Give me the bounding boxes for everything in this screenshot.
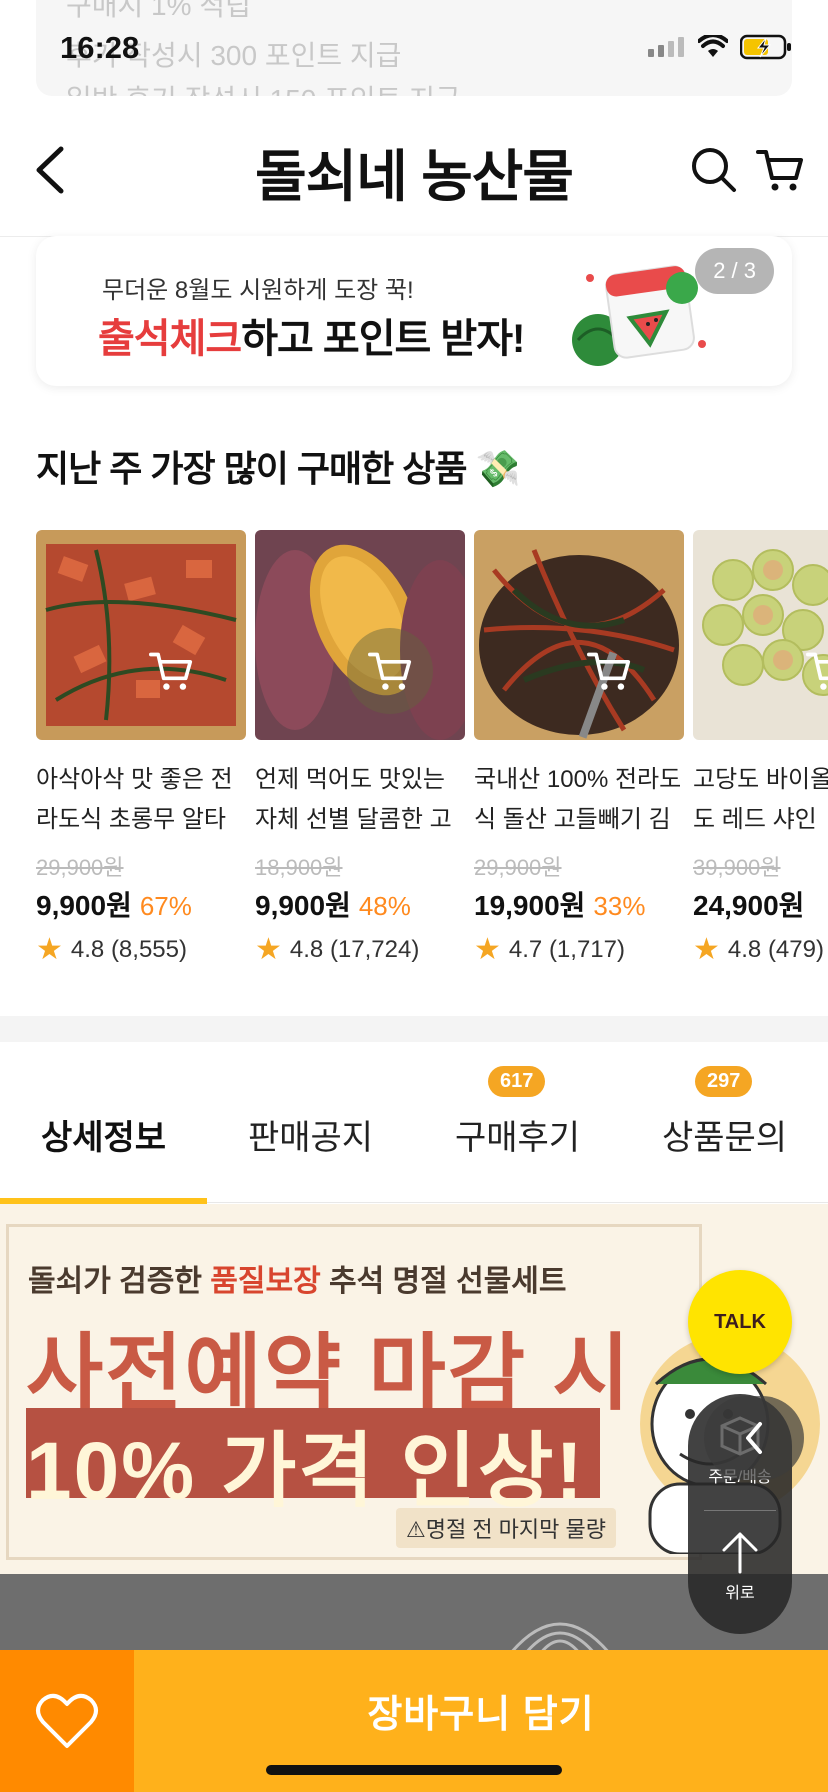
- star-icon: ★: [474, 933, 501, 966]
- arrow-up-icon: [722, 1532, 758, 1574]
- home-indicator: [266, 1765, 562, 1775]
- tab-reviews[interactable]: 구매후기: [414, 1110, 621, 1159]
- banner-subtitle: 무더운 8월도 시원하게 도장 꾹!: [102, 277, 414, 304]
- promo-line-1: 돌쇠가 검증한 품질보장 추석 명절 선물세트: [28, 1256, 567, 1300]
- product-image: [693, 530, 828, 740]
- banner-headline-rest: 하고 포인트 받자!: [241, 317, 525, 361]
- promo-line-1-highlight: 품질보장: [210, 1265, 321, 1298]
- discount-rate: 33%: [593, 891, 646, 921]
- rating-text: 4.8 (17,724): [289, 935, 420, 963]
- wishlist-button[interactable]: [0, 1650, 134, 1792]
- tab-product-qna[interactable]: 상품문의: [621, 1110, 828, 1159]
- tab-sales-notice[interactable]: 판매공지: [207, 1110, 414, 1159]
- status-time: 16:28: [60, 30, 140, 65]
- star-icon: ★: [693, 933, 720, 966]
- search-button[interactable]: [684, 140, 744, 200]
- kakao-talk-button[interactable]: TALK: [688, 1270, 792, 1374]
- product-name[interactable]: 언제 먹어도 맛있는 자체 선별 달콤한 고구마: [255, 760, 465, 840]
- collapse-quick-menu-button[interactable]: [704, 1396, 804, 1480]
- add-to-cart-button[interactable]: [566, 628, 652, 714]
- app-header: 돌쇠네 농산물: [0, 110, 828, 237]
- tab-detail-info[interactable]: 상세정보: [0, 1110, 207, 1159]
- notice-line-3: 일반 후기 작성시 150 포인트 지급: [66, 78, 461, 96]
- star-icon: ★: [36, 933, 63, 966]
- best-products-carousel[interactable]: 아삭아삭 맛 좋은 전라도식 초롱무 알타리 김치 29,900원 9,900원…: [36, 530, 828, 970]
- sale-price-row: 9,900원 48%: [255, 884, 465, 924]
- product-photo: [36, 530, 246, 740]
- rating-text: 4.8 (479): [727, 935, 824, 963]
- best-products-title: 지난 주 가장 많이 구매한 상품 💸: [36, 448, 520, 489]
- original-price: 29,900원: [36, 855, 124, 880]
- star-icon: ★: [255, 933, 282, 966]
- scroll-top-button[interactable]: 위로: [688, 1530, 792, 1603]
- original-price: 29,900원: [474, 855, 562, 880]
- chevron-left-icon: [746, 1422, 762, 1454]
- cart-icon: [368, 652, 412, 690]
- sale-price-row: 24,900원: [693, 884, 828, 924]
- scroll-top-label: 위로: [725, 1585, 755, 1602]
- wifi-icon: [698, 35, 728, 57]
- qna-count-badge: 297: [695, 1066, 753, 1097]
- promo-line-1-suffix: 추석 명절 선물세트: [320, 1265, 567, 1298]
- signal-icon: [648, 37, 684, 57]
- promo-note: ⚠명절 전 마지막 물량: [396, 1508, 616, 1548]
- wave-pattern: [508, 1622, 612, 1654]
- promo-line-1-prefix: 돌쇠가 검증한: [28, 1265, 211, 1298]
- cart-icon: [806, 652, 828, 690]
- sale-price: 24,900원: [693, 890, 805, 921]
- promo-line-3: 10% 가격 인상!: [26, 1426, 585, 1517]
- cart-icon: [587, 652, 631, 690]
- status-icons: [648, 34, 792, 60]
- sale-price: 9,900원: [36, 890, 132, 921]
- product-image: [255, 530, 465, 740]
- heart-icon: [36, 1693, 98, 1748]
- product-card[interactable]: 아삭아삭 맛 좋은 전라도식 초롱무 알타리 김치 29,900원 9,900원…: [36, 530, 246, 967]
- original-price: 18,900원: [255, 855, 343, 880]
- rating-row: ★ 4.8 (479): [693, 932, 828, 967]
- rating-row: ★ 4.7 (1,717): [474, 932, 684, 967]
- rating-row: ★ 4.8 (8,555): [36, 932, 246, 967]
- sale-price: 9,900원: [255, 890, 351, 921]
- rating-text: 4.8 (8,555): [70, 935, 187, 963]
- cart-icon: [149, 652, 193, 690]
- banner-headline-highlight: 출석체크: [98, 317, 242, 361]
- rating-text: 4.7 (1,717): [508, 935, 625, 963]
- product-image: [36, 530, 246, 740]
- banner-pager: 2 / 3: [695, 248, 774, 294]
- cart-icon: [756, 150, 803, 191]
- product-card[interactable]: 언제 먹어도 맛있는 자체 선별 달콤한 고구마 18,900원 9,900원4…: [255, 530, 465, 967]
- status-bar: 구매시 1% 적립 후기 작성시 300 포인트 지급 일반 후기 작성시 15…: [0, 0, 828, 100]
- product-photo: [474, 530, 684, 740]
- discount-rate: 48%: [358, 891, 411, 921]
- product-name[interactable]: 국내산 100% 전라도식 돌산 고들빼기 김치: [474, 760, 684, 840]
- discount-rate: 67%: [139, 891, 192, 921]
- quick-menu-divider: [704, 1510, 776, 1511]
- section-divider: [0, 1016, 828, 1042]
- notice-line-1: 구매시 1% 적립: [66, 0, 251, 21]
- product-card[interactable]: 국내산 100% 전라도식 돌산 고들빼기 김치 29,900원 19,900원…: [474, 530, 684, 967]
- sale-price-row: 19,900원 33%: [474, 884, 684, 924]
- sale-price-row: 9,900원 67%: [36, 884, 246, 924]
- product-name[interactable]: 아삭아삭 맛 좋은 전라도식 초롱무 알타리 김치: [36, 760, 246, 840]
- product-image: [474, 530, 684, 740]
- add-to-cart-button[interactable]: [128, 628, 214, 714]
- rating-row: ★ 4.8 (17,724): [255, 932, 465, 967]
- banner-headline: 출석체크하고 포인트 받자!: [98, 306, 525, 364]
- add-to-cart-button[interactable]: [347, 628, 433, 714]
- attendance-banner[interactable]: 무더운 8월도 시원하게 도장 꾹! 출석체크하고 포인트 받자! 2 / 3: [36, 236, 792, 386]
- reviews-count-badge: 617: [488, 1066, 546, 1097]
- product-card[interactable]: 고당도 바이올렛 포도 레드 샤인 39,900원 24,900원 ★4.8 (…: [693, 530, 828, 967]
- cart-button[interactable]: [750, 140, 810, 200]
- kakao-talk-label: TALK: [714, 1310, 766, 1333]
- product-name[interactable]: 고당도 바이올렛 포도 레드 샤인: [693, 760, 828, 840]
- search-icon: [692, 148, 736, 192]
- product-photo: [255, 530, 465, 740]
- detail-tabs: 상세정보 판매공지 구매후기 617 상품문의 297: [0, 1042, 828, 1203]
- battery-charging-icon: [740, 34, 791, 60]
- original-price: 39,900원: [693, 855, 781, 880]
- sale-price: 19,900원: [474, 890, 586, 921]
